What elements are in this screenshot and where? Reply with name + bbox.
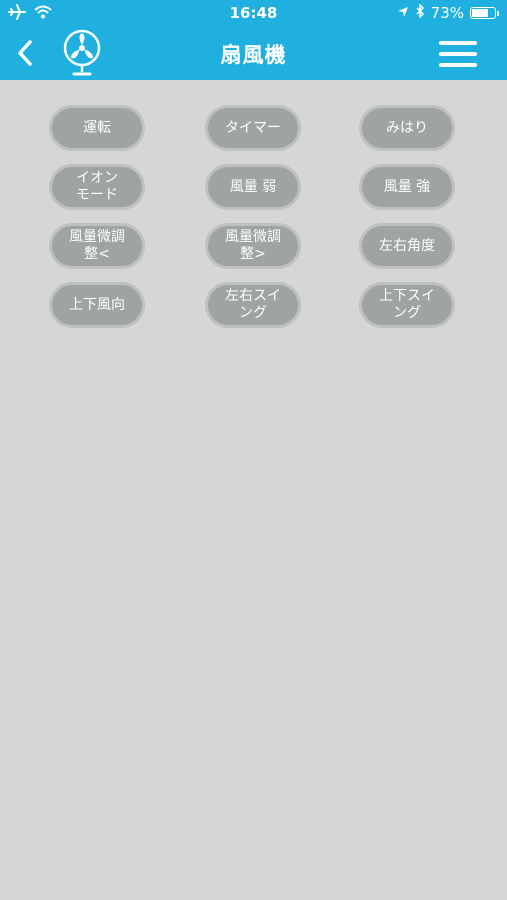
power-button[interactable]: 運転 (52, 108, 142, 148)
fan-speed-strong-button[interactable]: 風量 強 (362, 167, 452, 207)
nav-bar: 扇風機 (0, 28, 507, 80)
fan-speed-weak-button[interactable]: 風量 弱 (208, 167, 298, 207)
status-right: 73% (397, 3, 499, 22)
location-arrow-icon (397, 4, 409, 22)
monitor-button[interactable]: みはり (362, 108, 452, 148)
fan-speed-fine-up-button[interactable]: 風量微調 整> (208, 226, 298, 266)
fan-speed-fine-down-button[interactable]: 風量微調 整< (52, 226, 142, 266)
horizontal-swing-button[interactable]: 左右スイ ング (208, 285, 298, 325)
page-title: 扇風機 (220, 43, 287, 67)
horizontal-angle-button[interactable]: 左右角度 (362, 226, 452, 266)
status-bar: 16:48 73% (0, 0, 507, 28)
ion-mode-button[interactable]: イオン モード (52, 167, 142, 207)
bluetooth-icon (415, 3, 425, 22)
battery-percent: 73% (430, 4, 464, 22)
battery-icon (470, 7, 499, 19)
vertical-direction-button[interactable]: 上下風向 (52, 285, 142, 325)
menu-button[interactable] (439, 39, 479, 69)
battery-fill (472, 9, 488, 17)
vertical-swing-button[interactable]: 上下スイ ング (362, 285, 452, 325)
hamburger-icon (439, 41, 477, 45)
timer-button[interactable]: タイマー (208, 108, 298, 148)
